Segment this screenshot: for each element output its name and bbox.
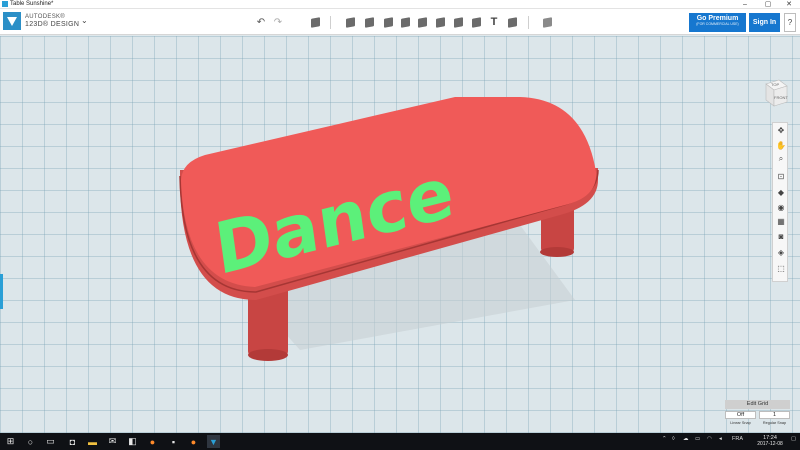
table-model[interactable]: Dance (0, 36, 800, 433)
toolbar-divider (330, 16, 331, 29)
view-cube[interactable]: TOP FRONT (757, 78, 789, 110)
firefox-icon[interactable]: ● (146, 435, 159, 448)
notification-icon[interactable]: ▢ (791, 436, 796, 442)
network-icon[interactable]: ◊ (672, 436, 675, 442)
go-premium-button[interactable]: Go Premium (FOR COMMERCIAL USE) (689, 13, 746, 32)
go-premium-label: Go Premium (696, 15, 739, 22)
cloud-icon[interactable]: ☁ (683, 436, 689, 442)
primitives-tool-icon[interactable] (343, 15, 357, 29)
taskbar: ⊞ ○ ▭ ◘ ▬ ✉ ◧ ● ▪ ● ▼ ⌃ ◊ ☁ ▭ ◠ ◂ FRA 17… (0, 433, 800, 450)
go-premium-sublabel: (FOR COMMERCIAL USE) (696, 22, 739, 26)
mail-icon[interactable]: ✉ (106, 435, 119, 448)
title-bar: Table Sunshine* – ▢ ✕ (0, 0, 800, 9)
volume-icon[interactable]: ◂ (719, 436, 722, 442)
edit-grid-panel: Edit Grid Off 1 Linear Snap Regular Snap (725, 400, 790, 430)
camera-icon[interactable]: ◙ (776, 231, 786, 241)
construct-tool-icon[interactable] (381, 15, 395, 29)
wifi-icon[interactable]: ◠ (707, 436, 712, 442)
materials-view-icon[interactable]: ▦ (776, 216, 786, 226)
viewcube-top-label[interactable]: TOP (771, 82, 779, 87)
left-panel-handle[interactable] (0, 274, 3, 309)
tray-chevron-icon[interactable]: ⌃ (662, 436, 667, 442)
help-button[interactable]: ? (784, 13, 796, 32)
main-toolbar: AUTODESK® 123D® DESIGN ⌄ ↶ ↷ T (0, 9, 800, 35)
input-language[interactable]: FRA (732, 436, 743, 442)
measure-tool-icon[interactable] (469, 15, 483, 29)
clock[interactable]: 17:24 2017-12-08 (752, 435, 788, 447)
app-logo-icon[interactable] (3, 12, 21, 30)
zoom-icon[interactable]: ⌕ (776, 154, 786, 164)
store-icon[interactable]: ◘ (66, 435, 79, 448)
start-icon[interactable]: ⊞ (4, 435, 17, 448)
undo-button[interactable]: ↶ (254, 15, 268, 29)
view-mode-icon[interactable]: ◆ (776, 187, 786, 197)
sign-in-button[interactable]: Sign In (749, 13, 780, 32)
search-icon[interactable]: ○ (24, 435, 37, 448)
fit-all-icon[interactable]: ⊡ (776, 171, 786, 181)
pattern-tool-icon[interactable] (415, 15, 429, 29)
app-icon-generic[interactable]: ◧ (126, 435, 139, 448)
brand-product: 123D® DESIGN (25, 21, 80, 28)
combine-tool-icon[interactable] (451, 15, 465, 29)
linear-snap-label: Linear Snap (730, 421, 751, 425)
grouping-tool-icon[interactable] (433, 15, 447, 29)
regular-snap-field[interactable]: 1 (759, 411, 790, 419)
123d-design-taskbar-icon[interactable]: ▼ (207, 435, 220, 448)
maximize-button[interactable]: ▢ (757, 0, 779, 9)
material-tool-icon[interactable] (540, 15, 554, 29)
clock-date: 2017-12-08 (757, 441, 783, 447)
close-button[interactable]: ✕ (778, 0, 800, 9)
battery-icon[interactable]: ▭ (695, 436, 700, 442)
text-tool-icon[interactable]: T (487, 15, 501, 29)
pan-icon[interactable]: ✥ (776, 125, 786, 135)
viewcube-front-label[interactable]: FRONT (774, 95, 788, 100)
regular-snap-label: Regular Snap (762, 421, 787, 425)
3d-viewport[interactable]: Dance TOP FRONT ✥ ✋ ⌕ ⊡ ◆ ◉ ▦ ◙ ◈ ⬚ Edit… (0, 36, 800, 433)
app-menu-chevron-icon[interactable]: ⌄ (81, 16, 88, 25)
navigation-bar: ✥ ✋ ⌕ ⊡ ◆ ◉ ▦ ◙ ◈ ⬚ (772, 122, 788, 282)
grid-settings-icon[interactable]: ⬚ (776, 263, 786, 273)
terminal-icon[interactable]: ▪ (167, 435, 180, 448)
linear-snap-field[interactable]: Off (725, 411, 756, 419)
minimize-button[interactable]: – (734, 0, 756, 9)
sketch-tool-icon[interactable] (362, 15, 376, 29)
window-title: Table Sunshine* (10, 1, 54, 7)
toolbar-divider (528, 16, 529, 29)
redo-button[interactable]: ↷ (271, 15, 285, 29)
brand-company: AUTODESK® (25, 14, 66, 20)
transform-tool-icon[interactable] (308, 15, 322, 29)
snap-view-icon[interactable]: ◈ (776, 247, 786, 257)
snap-tool-icon[interactable] (505, 15, 519, 29)
edit-grid-button[interactable]: Edit Grid (725, 400, 790, 409)
app-icon (2, 1, 8, 7)
browser-icon[interactable]: ● (187, 435, 200, 448)
file-explorer-icon[interactable]: ▬ (86, 435, 99, 448)
visibility-icon[interactable]: ◉ (776, 202, 786, 212)
task-view-icon[interactable]: ▭ (44, 435, 57, 448)
modify-tool-icon[interactable] (398, 15, 412, 29)
orbit-icon[interactable]: ✋ (776, 140, 786, 150)
